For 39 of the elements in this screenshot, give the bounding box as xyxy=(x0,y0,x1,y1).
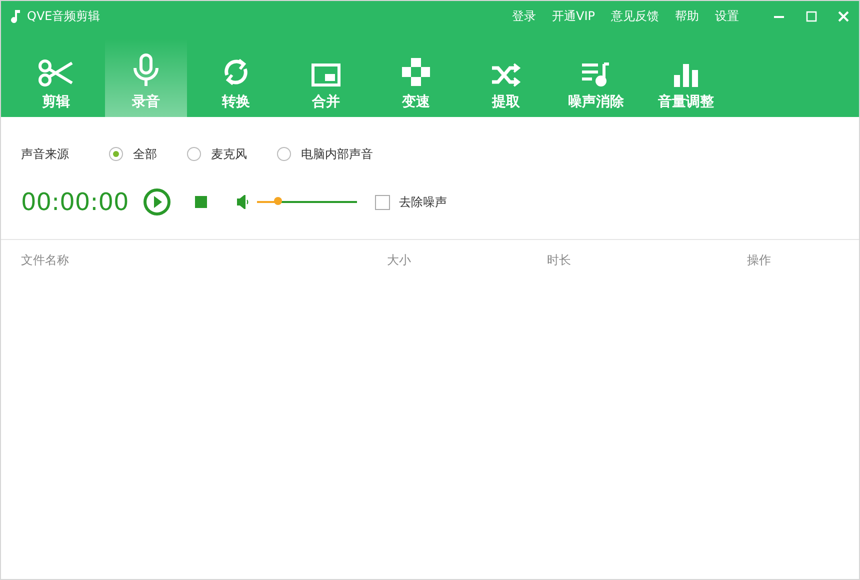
column-header: 文件名称 xyxy=(21,252,70,269)
toolbar-tab[interactable]: 提取 xyxy=(465,39,547,117)
column-header: 大小 xyxy=(387,252,412,269)
toolbar-tab[interactable]: 噪声消除 xyxy=(555,39,637,117)
window-title: QVE音频剪辑 xyxy=(27,8,100,24)
column-header: 时长 xyxy=(547,252,572,269)
scissors-icon xyxy=(38,59,74,87)
menu-link[interactable]: 登录 xyxy=(504,8,544,24)
source-radio[interactable]: 电脑内部声音 xyxy=(277,146,373,162)
music-list-icon xyxy=(581,61,611,87)
source-radio[interactable]: 麦克风 xyxy=(187,146,247,162)
microphone-icon xyxy=(132,53,160,87)
toolbar-tab[interactable]: 录音 xyxy=(105,39,187,117)
toolbar-tab[interactable]: 剪辑 xyxy=(15,39,97,117)
denoise-checkbox[interactable] xyxy=(374,194,390,210)
close-icon[interactable] xyxy=(838,10,848,22)
music-note-icon xyxy=(11,9,21,23)
speaker-icon[interactable] xyxy=(236,195,251,209)
toolbar-tab[interactable]: 转换 xyxy=(195,39,277,117)
menu-link[interactable]: 帮助 xyxy=(667,8,707,24)
shuffle-icon xyxy=(491,63,521,87)
toolbar-tab[interactable]: 合并 xyxy=(285,39,367,117)
slider-thumb[interactable] xyxy=(274,197,282,205)
maximize-icon[interactable] xyxy=(806,10,816,22)
picture-in-picture-icon xyxy=(311,63,341,87)
menu-link[interactable]: 意见反馈 xyxy=(603,8,667,24)
gamepad-icon xyxy=(401,57,431,87)
menu-link[interactable]: 开通VIP xyxy=(544,8,603,24)
play-icon[interactable] xyxy=(142,188,171,216)
checkbox-label[interactable]: 去除噪声 xyxy=(398,194,447,210)
source-radio[interactable]: 全部 xyxy=(109,146,157,162)
toolbar-tab[interactable]: 音量调整 xyxy=(645,39,727,117)
source-label: 声音来源 xyxy=(21,146,70,162)
toolbar-tab[interactable]: 变速 xyxy=(375,39,457,117)
bar-chart-icon xyxy=(673,63,699,87)
stop-icon[interactable] xyxy=(194,196,207,208)
column-header: 操作 xyxy=(747,252,772,269)
timer-text: 00:00:00 xyxy=(21,188,129,216)
menu-link[interactable]: 设置 xyxy=(707,8,747,24)
